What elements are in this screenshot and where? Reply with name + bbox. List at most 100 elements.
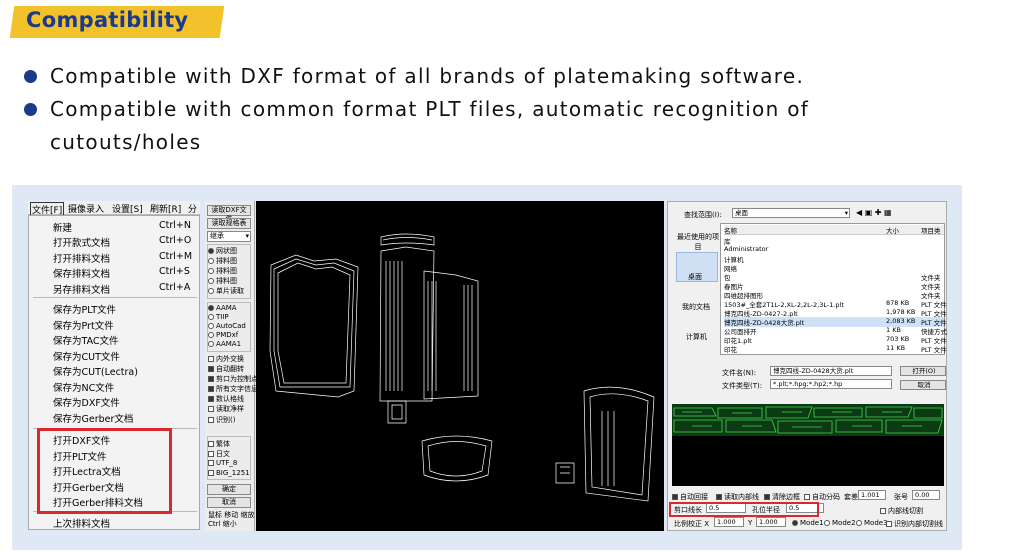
menu-settings[interactable]: 设置[S] <box>112 202 143 215</box>
small-tab-piece <box>555 462 575 484</box>
format-radio-autocad[interactable]: AutoCad <box>208 322 246 330</box>
place-desktop[interactable]: 桌面 <box>688 272 702 282</box>
view-radio[interactable]: 排料图 <box>208 266 237 276</box>
auto-size-checkbox[interactable]: 自动分码 <box>804 492 840 502</box>
view-radio[interactable]: 排料图 <box>208 256 237 266</box>
menu-item-save-tac[interactable]: 保存为TAC文件 <box>53 333 119 347</box>
read-inner-lines-checkbox[interactable]: 读取内部线 <box>716 492 759 502</box>
format-radio-aama1[interactable]: AAMA1 <box>208 340 241 348</box>
scale-x-label: 比例校正 X <box>674 520 710 528</box>
menu-item-open-style[interactable]: 打开款式文档 <box>53 235 110 249</box>
menu-item-save-marker[interactable]: 保存排料文档 <box>53 266 110 280</box>
collar-piece <box>380 233 435 246</box>
garment-pattern-drawing <box>269 233 655 502</box>
ctrl-hint: Ctrl 缩小 <box>208 520 237 528</box>
params-callout-box <box>669 502 819 517</box>
ratio-label: 套差 <box>844 493 858 501</box>
bullet-dot <box>24 70 37 83</box>
option-checkbox[interactable]: 剪口为控制点 <box>208 374 258 384</box>
section-title: Compatibility <box>26 8 189 32</box>
menu-item-save-gerber[interactable]: 保存为Gerber文档 <box>53 411 133 425</box>
read-spec-button[interactable]: 读取规格表 <box>207 218 251 229</box>
menu-camera-input[interactable]: 摄像录入 <box>68 202 104 215</box>
filetype-select[interactable]: *.plt;*.hpg;*.hp2;*.hp <box>770 379 892 389</box>
option-checkbox[interactable]: 自动翻转 <box>208 364 244 374</box>
option-checkbox[interactable]: 所有文字信息 <box>208 384 258 394</box>
option-checkbox[interactable]: 内外交换 <box>208 354 244 364</box>
filename-label: 文件名(N): <box>722 369 757 377</box>
lookin-select[interactable]: 桌面 ▾ <box>732 208 850 218</box>
pattern-preview-canvas[interactable] <box>256 201 664 531</box>
clear-border-checkbox[interactable]: 清除边框 <box>764 492 800 502</box>
chevron-down-icon: ▾ <box>844 209 848 217</box>
bullet-text-1: Compatible with DXF format of all brands… <box>50 64 805 88</box>
menu-item-last-marker[interactable]: 上次排料文档 <box>53 516 110 530</box>
place-recent[interactable]: 最近使用的项目 <box>676 232 720 252</box>
recognize-inner-cut-checkbox[interactable]: 识别内部切割线 <box>886 519 943 529</box>
chevron-down-icon: ▾ <box>245 232 249 240</box>
option-checkbox[interactable]: 识别() <box>208 415 235 425</box>
mode-select-value: 继承 <box>210 232 224 240</box>
file-row[interactable]: 印花 11 KB PLT 文件 <box>724 344 947 354</box>
menu-item-open-marker[interactable]: 打开排料文档 <box>53 251 110 265</box>
shortcut: Ctrl+M <box>159 251 193 262</box>
shortcut: Ctrl+A <box>159 282 191 293</box>
nav-toolbar-icons[interactable]: ◀ ▣ ✚ ▦ <box>856 208 892 217</box>
menu-refresh[interactable]: 刷新[R] <box>150 202 181 215</box>
marker-preview <box>672 404 944 486</box>
copies-input[interactable]: 0.00 <box>912 490 940 500</box>
encoding-checkbox[interactable]: 日文 <box>208 449 230 459</box>
scale-y-input[interactable]: 1.000 <box>756 517 786 527</box>
option-checkbox[interactable]: 数认格线 <box>208 394 244 404</box>
file-list: 名称 大小 项目类 库 Administrator 计算机 网络 包文件夹 春图片文… <box>720 223 947 355</box>
menu-item-save-as-marker[interactable]: 另存排料文档 <box>53 282 110 296</box>
cancel-button[interactable]: 取消 <box>207 497 251 508</box>
option-checkbox[interactable]: 读取净样 <box>208 404 244 414</box>
encoding-checkbox[interactable]: BIG_1251 <box>208 469 250 477</box>
encoding-checkbox[interactable]: 繁体 <box>208 439 230 449</box>
copies-label: 张号 <box>894 493 908 501</box>
mode-select[interactable]: 继承 ▾ <box>207 231 251 242</box>
menu-item-save-prt[interactable]: 保存为Prt文件 <box>53 318 114 332</box>
view-radio[interactable]: 单片读取 <box>208 286 244 296</box>
place-computer[interactable]: 计算机 <box>686 332 707 342</box>
mode1-radio[interactable]: Mode1 <box>792 519 824 527</box>
view-radio[interactable]: 排料图 <box>208 276 237 286</box>
mode3-radio[interactable]: Mode3 <box>856 519 888 527</box>
view-radio[interactable]: 网状图 <box>208 246 237 256</box>
scale-x-input[interactable]: 1.000 <box>714 517 744 527</box>
ok-button[interactable]: 确定 <box>207 484 251 495</box>
filename-input[interactable]: 博克四线-ZD-0428大货.plt <box>770 366 892 376</box>
menu-more[interactable]: 分 <box>188 202 197 215</box>
scale-y-label: Y <box>748 519 753 527</box>
bullet-dot <box>24 103 37 116</box>
shortcut: Ctrl+N <box>159 220 191 231</box>
format-radio-pmdxf[interactable]: PMDxf <box>208 331 238 339</box>
format-radio-aama[interactable]: AAMA <box>208 304 237 312</box>
auto-rejoin-checkbox[interactable]: 自动回接 <box>672 492 708 502</box>
dialog-cancel-button[interactable]: 取消 <box>900 380 946 390</box>
shortcut: Ctrl+S <box>159 266 190 277</box>
side-body-piece <box>423 270 479 400</box>
filetype-label: 文件类型(T): <box>722 382 763 390</box>
highlight-callout-box <box>37 428 172 514</box>
format-radio-tiip[interactable]: TIIP <box>208 313 229 321</box>
import-options-panel: 读取DXF文件 读取规格表 继承 ▾ 网状图 排料图 排料图 排料图 单片读取 A… <box>205 201 258 531</box>
menu-item-save-dxf[interactable]: 保存为DXF文件 <box>53 395 120 409</box>
pocket-piece <box>387 400 407 424</box>
menu-item-save-cut-lectra[interactable]: 保存为CUT(Lectra) <box>53 364 138 378</box>
menu-item-save-plt[interactable]: 保存为PLT文件 <box>53 302 116 316</box>
inner-cut-checkbox[interactable]: 内部线切割 <box>880 506 923 516</box>
file-list-header: 名称 大小 项目类 <box>724 225 944 235</box>
place-documents[interactable]: 我的文档 <box>682 302 710 312</box>
mode2-radio[interactable]: Mode2 <box>824 519 856 527</box>
menu-item-new[interactable]: 新建 <box>53 220 72 234</box>
open-button[interactable]: 打开(O) <box>900 366 946 376</box>
menu-separator <box>33 297 197 298</box>
ratio-input[interactable]: 1.001 <box>858 490 886 500</box>
encoding-checkbox[interactable]: UTF_8 <box>208 459 237 467</box>
back-body-piece <box>379 246 435 402</box>
menu-item-save-cut[interactable]: 保存为CUT文件 <box>53 349 120 363</box>
menu-item-save-nc[interactable]: 保存为NC文件 <box>53 380 114 394</box>
read-dxf-button[interactable]: 读取DXF文件 <box>207 205 251 223</box>
